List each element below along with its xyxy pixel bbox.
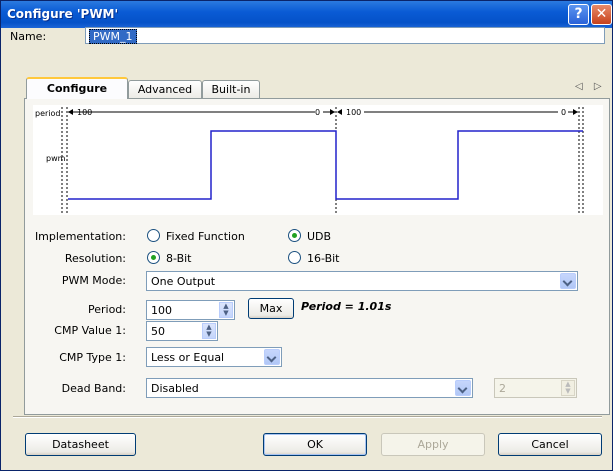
fixed-function-radio[interactable] — [147, 229, 160, 242]
pwm-signal — [68, 130, 583, 200]
name-field-value: PWM_1 — [89, 29, 137, 44]
apply-button: Apply — [381, 433, 485, 456]
window-title: Configure 'PWM' — [7, 7, 119, 21]
button-separator — [13, 416, 602, 418]
pwm-mode-select[interactable]: One Output — [146, 271, 578, 291]
period-spinner-icon[interactable]: ▲ ▼ — [219, 302, 233, 318]
pwm-mode-value: One Output — [151, 275, 216, 288]
implementation-label: Implementation: — [34, 230, 126, 243]
chevron-down-icon[interactable] — [264, 349, 280, 365]
chevron-down-icon[interactable] — [560, 273, 576, 289]
period-end-label-2: 0 — [561, 108, 566, 117]
ok-button[interactable]: OK — [263, 433, 367, 456]
cmp-value-1-value: 50 — [151, 325, 165, 338]
tab-advanced[interactable]: Advanced — [128, 80, 202, 98]
pwm-mode-label: PWM Mode: — [61, 274, 126, 287]
cmp-type-1-value: Less or Equal — [151, 351, 225, 364]
cancel-button[interactable]: Cancel — [498, 433, 602, 456]
tab-scroll-arrows-icon[interactable]: ◁ ▷ — [575, 81, 606, 92]
dead-band-count-input: 2 ▲ ▼ — [494, 378, 577, 398]
waveform-preview: period pwm 100 0 100 0 — [33, 105, 603, 215]
8-bit-label[interactable]: 8-Bit — [166, 252, 192, 265]
cmp-type-1-select[interactable]: Less or Equal — [146, 347, 282, 367]
cmp-type-1-label: CMP Type 1: — [59, 351, 126, 364]
close-button[interactable]: ✕ — [591, 4, 612, 25]
chevron-down-icon[interactable] — [455, 380, 471, 396]
16-bit-label[interactable]: 16-Bit — [307, 252, 340, 265]
name-label: Name: — [10, 30, 47, 43]
tab-configure[interactable]: Configure — [26, 77, 128, 99]
max-button[interactable]: Max — [248, 298, 294, 319]
configure-dialog: Configure 'PWM' ? ✕ Name: PWM_1 Configur… — [0, 0, 613, 471]
cmp-value-spinner-icon[interactable]: ▲ ▼ — [202, 323, 216, 339]
period-start-label-2: 100 — [346, 108, 361, 117]
dead-band-spinner-icon: ▲ ▼ — [561, 380, 575, 396]
period-label: Period: — [87, 303, 126, 316]
period-value: 100 — [151, 304, 172, 317]
name-field[interactable]: PWM_1 — [85, 27, 605, 44]
udb-radio[interactable] — [288, 229, 301, 242]
tab-built-in[interactable]: Built-in — [202, 80, 260, 98]
period-input[interactable]: 100 ▲ ▼ — [146, 300, 235, 320]
title-bar[interactable]: Configure 'PWM' ? ✕ — [1, 1, 612, 28]
fixed-function-label[interactable]: Fixed Function — [166, 230, 245, 243]
waveform-pwm-label: pwm — [46, 154, 66, 163]
dead-band-count-value: 2 — [499, 382, 506, 395]
cmp-value-1-input[interactable]: 50 ▲ ▼ — [146, 321, 218, 341]
waveform-period-label: period — [35, 109, 60, 118]
resolution-label: Resolution: — [64, 252, 126, 265]
dead-band-select[interactable]: Disabled — [146, 378, 473, 398]
period-start-label-1: 100 — [77, 108, 92, 117]
8-bit-radio[interactable] — [147, 251, 160, 264]
period-end-label-1: 0 — [315, 108, 320, 117]
datasheet-button[interactable]: Datasheet — [25, 433, 136, 456]
help-button[interactable]: ? — [568, 4, 589, 25]
16-bit-radio[interactable] — [288, 251, 301, 264]
period-computed: Period = 1.01s — [301, 300, 392, 313]
dead-band-label: Dead Band: — [61, 382, 126, 395]
udb-label[interactable]: UDB — [307, 230, 331, 243]
cmp-value-1-label: CMP Value 1: — [54, 324, 126, 337]
dead-band-value: Disabled — [151, 382, 199, 395]
